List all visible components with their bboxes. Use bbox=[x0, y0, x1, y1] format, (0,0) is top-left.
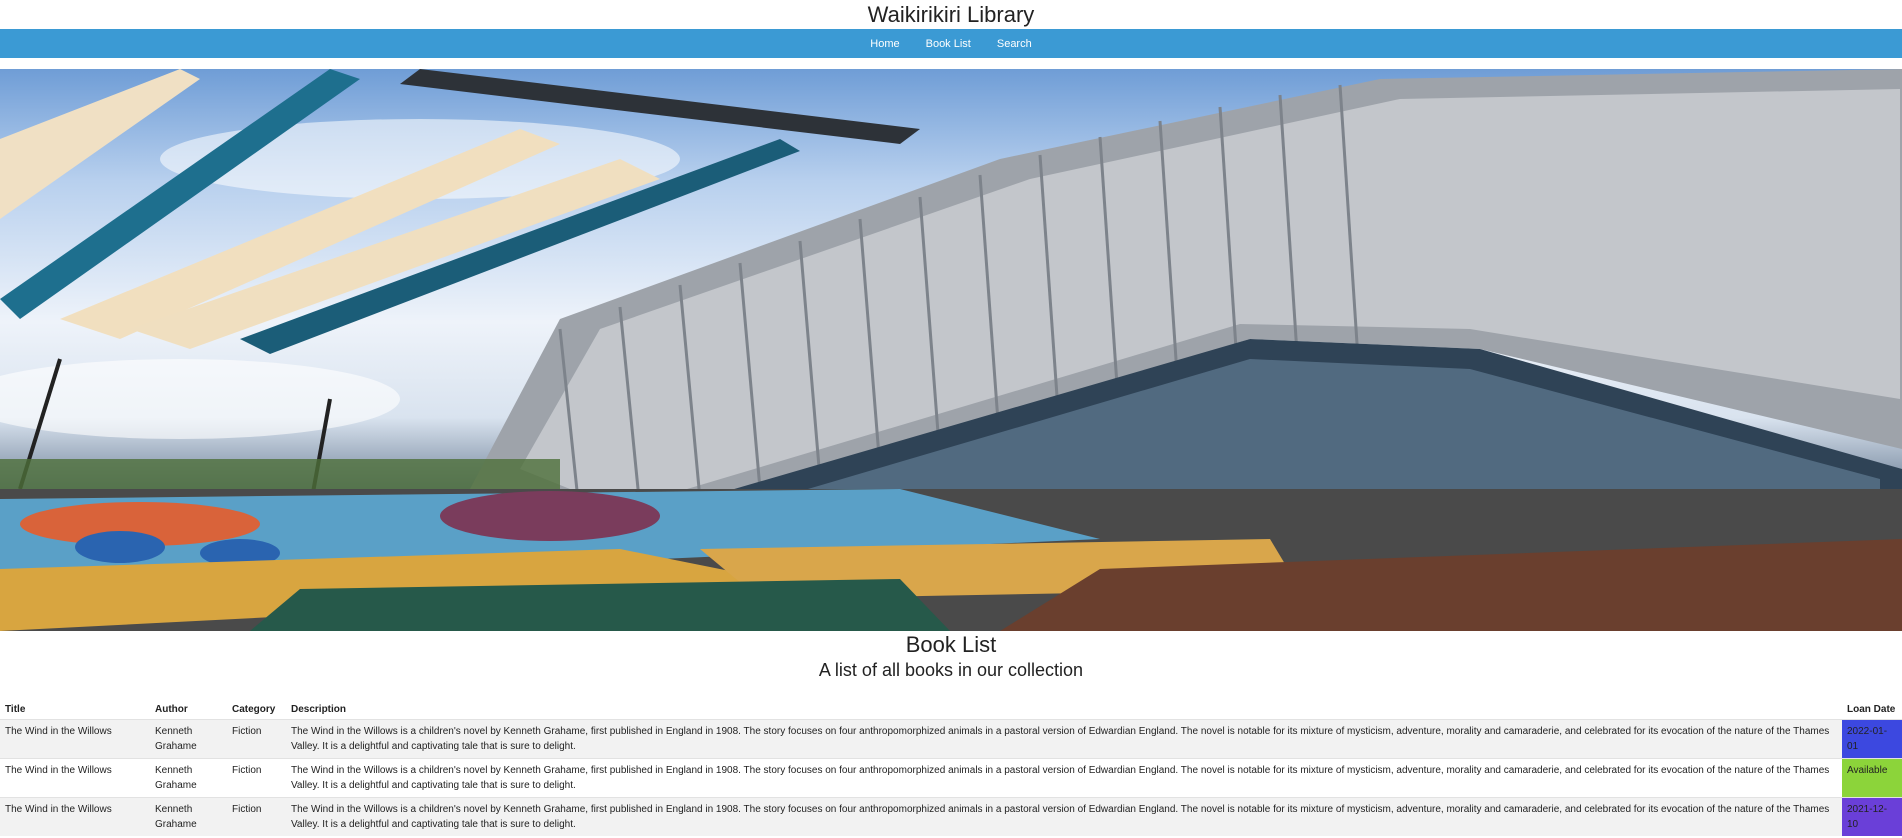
table-row: The Wind in the Willows Kenneth Grahame … bbox=[0, 719, 1902, 759]
table-header-row: Title Author Category Description Loan D… bbox=[0, 695, 1902, 720]
top-nav: Home Book List Search bbox=[0, 29, 1902, 58]
nav-home[interactable]: Home bbox=[870, 38, 899, 50]
library-building-illustration bbox=[0, 69, 1902, 631]
book-category: Fiction bbox=[227, 719, 286, 759]
book-title: The Wind in the Willows bbox=[0, 758, 150, 798]
page-heading: Book List bbox=[905, 632, 997, 657]
hero-banner-image bbox=[0, 69, 1902, 631]
book-category: Fiction bbox=[227, 758, 286, 798]
book-description: The Wind in the Willows is a children's … bbox=[286, 719, 1842, 759]
column-header-author: Author bbox=[155, 704, 188, 715]
book-description: The Wind in the Willows is a children's … bbox=[286, 758, 1842, 798]
nav-book-list[interactable]: Book List bbox=[926, 38, 971, 50]
book-category: Fiction bbox=[227, 797, 286, 836]
column-header-loan-date: Loan Date bbox=[1847, 704, 1896, 715]
book-author: Kenneth Grahame bbox=[150, 797, 227, 836]
book-author: Kenneth Grahame bbox=[150, 719, 227, 759]
site-title: Waikirikiri Library bbox=[867, 2, 1035, 27]
book-author: Kenneth Grahame bbox=[150, 758, 227, 798]
page-subheading: A list of all books in our collection bbox=[818, 660, 1084, 680]
column-header-title: Title bbox=[5, 704, 26, 715]
column-header-description: Description bbox=[291, 704, 347, 715]
page: Waikirikiri Library Home Book List Searc… bbox=[0, 0, 1902, 838]
book-title: The Wind in the Willows bbox=[0, 797, 150, 836]
book-description: The Wind in the Willows is a children's … bbox=[286, 797, 1842, 836]
nav-search[interactable]: Search bbox=[997, 38, 1032, 50]
loan-date-cell: Available bbox=[1842, 758, 1902, 798]
loan-date-cell: 2021-12-10 bbox=[1842, 797, 1902, 836]
book-table: Title Author Category Description Loan D… bbox=[0, 695, 1902, 836]
table-row: The Wind in the Willows Kenneth Grahame … bbox=[0, 797, 1902, 836]
book-title: The Wind in the Willows bbox=[0, 719, 150, 759]
column-header-category: Category bbox=[232, 704, 276, 715]
table-row: The Wind in the Willows Kenneth Grahame … bbox=[0, 758, 1902, 798]
loan-date-cell: 2022-01-01 bbox=[1842, 719, 1902, 759]
